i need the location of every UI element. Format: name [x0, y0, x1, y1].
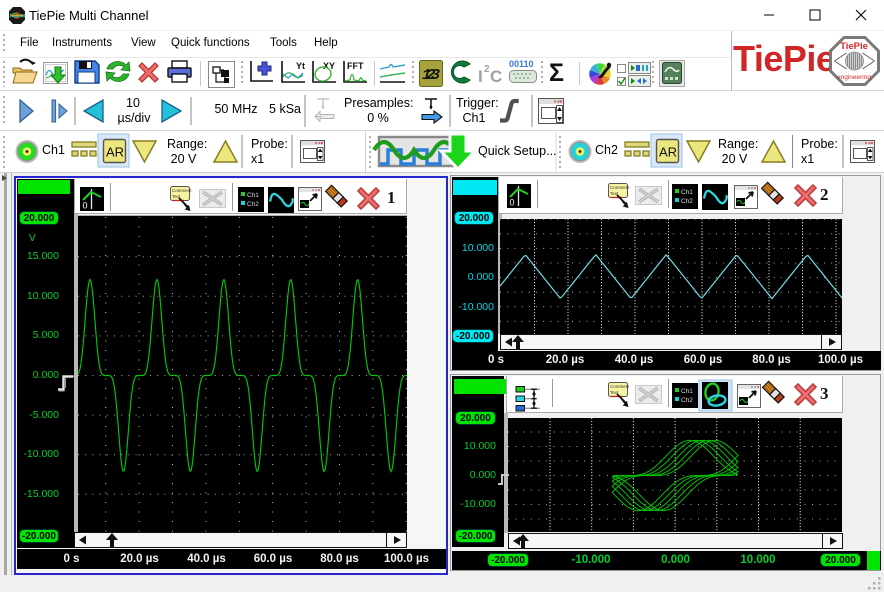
- svg-text:Ch1: Ch1: [681, 388, 693, 395]
- svg-text:Ch2: Ch2: [681, 397, 693, 404]
- svg-text:Comment: Comment: [610, 384, 630, 389]
